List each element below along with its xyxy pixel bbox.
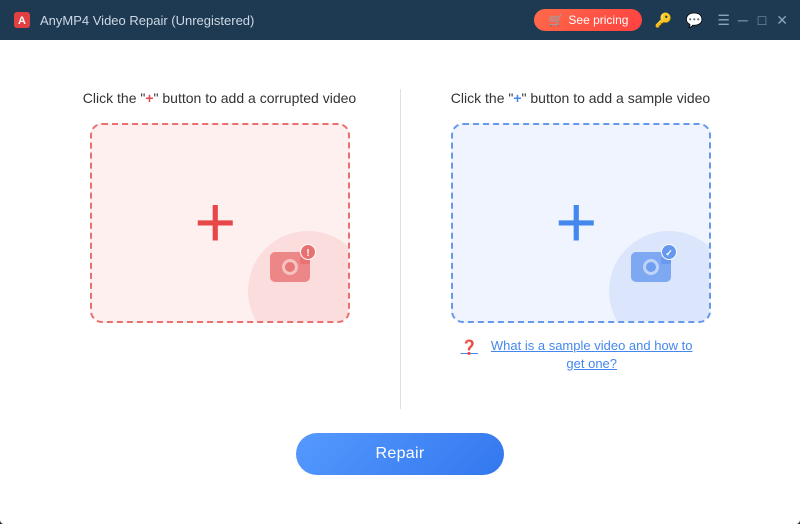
menu-icon[interactable]: ☰ — [717, 12, 730, 29]
main-content: Click the "+" button to add a corrupted … — [0, 40, 800, 524]
svg-text:A: A — [18, 15, 26, 27]
chat-icon[interactable]: 💬 — [686, 12, 703, 29]
sample-video-dropzone[interactable]: + ✓ — [451, 123, 711, 323]
close-button[interactable]: ✕ — [776, 13, 788, 27]
sample-camera-icon: ✓ — [625, 242, 681, 291]
key-icon[interactable]: 🔑 — [654, 12, 671, 29]
svg-text:!: ! — [306, 248, 309, 259]
sample-video-title: Click the "+" button to add a sample vid… — [451, 89, 710, 109]
sample-video-panel: Click the "+" button to add a sample vid… — [421, 89, 741, 373]
app-logo: A — [12, 10, 32, 30]
sample-plus-icon: + — [555, 187, 597, 259]
sample-video-help-link[interactable]: ❓ What is a sample video and how to get … — [461, 337, 701, 373]
window-controls: ─ □ ✕ — [738, 13, 788, 27]
panels-row: Click the "+" button to add a corrupted … — [40, 89, 760, 409]
corrupted-camera-icon: ! — [264, 242, 320, 291]
titlebar-actions: 🔑 💬 ☰ — [654, 12, 729, 29]
help-circle-icon: ❓ — [461, 338, 478, 358]
corrupted-video-dropzone[interactable]: + ! — [90, 123, 350, 323]
cart-icon: 🛒 — [548, 13, 563, 27]
repair-button-row: Repair — [296, 433, 505, 475]
titlebar: A AnyMP4 Video Repair (Unregistered) 🛒 S… — [0, 0, 800, 40]
app-title: AnyMP4 Video Repair (Unregistered) — [40, 13, 534, 28]
panel-divider — [400, 89, 401, 409]
corrupted-plus-symbol: + — [145, 90, 153, 106]
corrupted-video-title: Click the "+" button to add a corrupted … — [83, 89, 356, 109]
maximize-button[interactable]: □ — [758, 13, 766, 27]
sample-plus-symbol: + — [513, 90, 521, 106]
corrupted-video-panel: Click the "+" button to add a corrupted … — [60, 89, 380, 323]
svg-text:✓: ✓ — [665, 248, 673, 258]
repair-button[interactable]: Repair — [296, 433, 505, 475]
minimize-button[interactable]: ─ — [738, 13, 748, 27]
see-pricing-button[interactable]: 🛒 See pricing — [534, 9, 642, 31]
corrupted-plus-icon: + — [194, 187, 236, 259]
